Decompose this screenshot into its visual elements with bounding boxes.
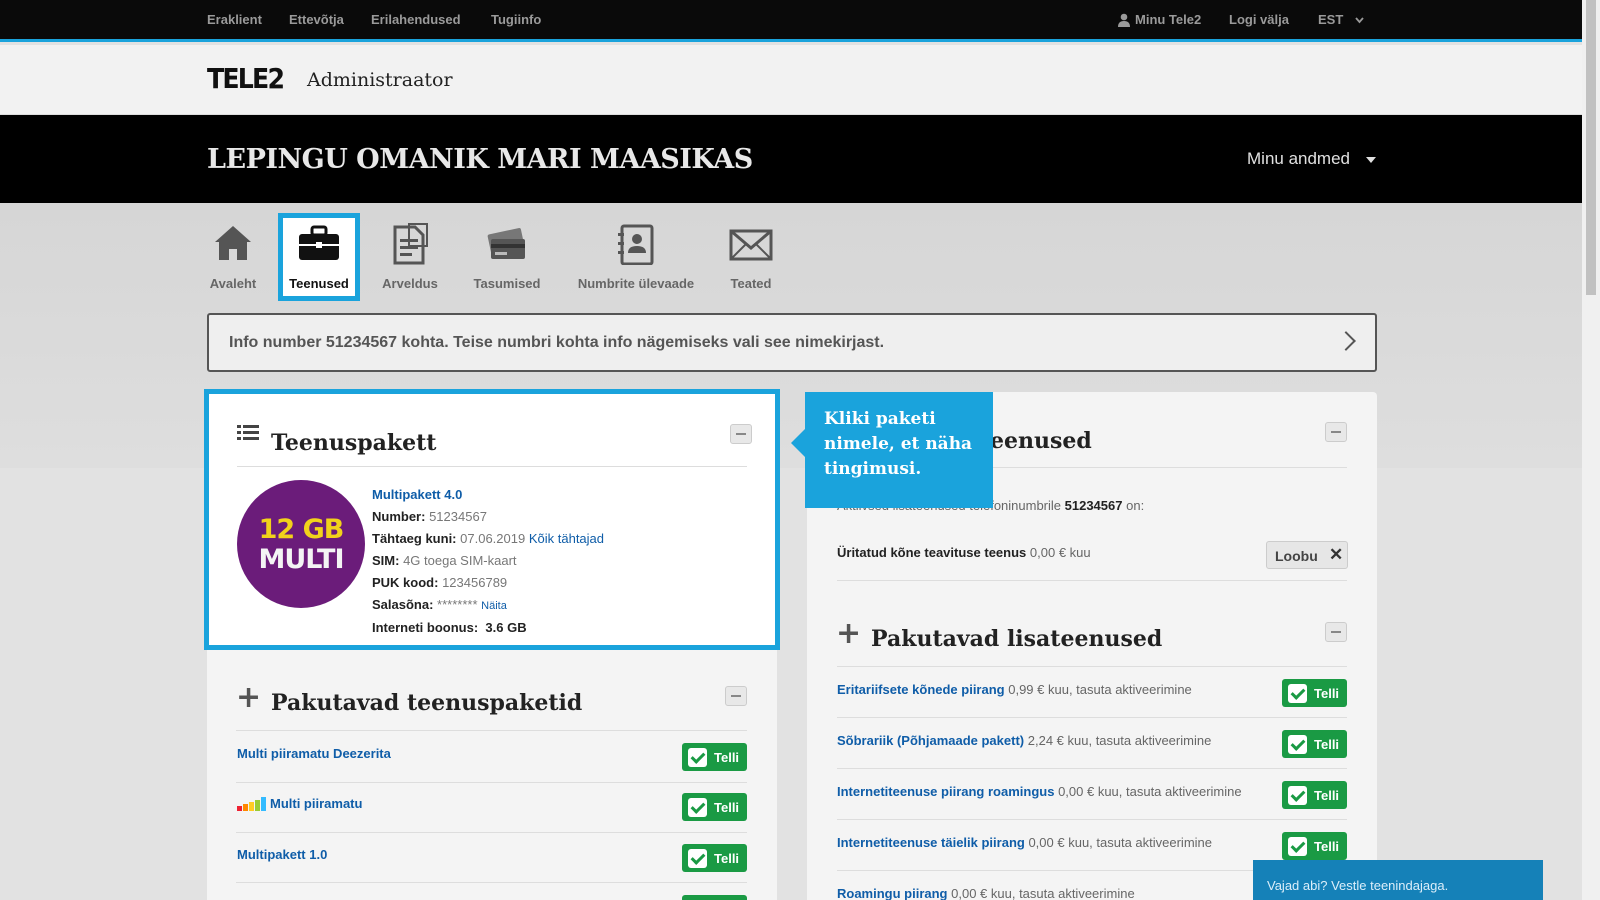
tab-label: Teenused (289, 276, 349, 291)
cancel-service-button[interactable]: Loobu ✕ (1266, 541, 1348, 569)
tab-avaleht[interactable]: Avaleht (205, 213, 261, 301)
package-link-multipakett-1[interactable]: Multipakett 1.0 (237, 847, 327, 862)
tab-numbrite-ulevaade[interactable]: Numbrite ülevaade (573, 213, 699, 301)
close-icon: ✕ (1329, 545, 1344, 564)
order-button[interactable]: Telli (1282, 679, 1347, 707)
addon-row[interactable]: Sõbrariik (Põhjamaade pakett) 2,24 € kuu… (837, 733, 1211, 748)
divider (837, 819, 1347, 820)
number-info-text: Info number 51234567 kohta. Teise numbri… (229, 334, 885, 351)
chat-widget[interactable]: Vajad abi? Vestle teenindajaga. (1253, 860, 1543, 900)
addon-row[interactable]: Roamingu piirang 0,00 € kuu, tasuta akti… (837, 886, 1135, 900)
page-title: LEPINGU OMANIK MARI MAASIKAS (207, 144, 753, 175)
order-button[interactable] (682, 895, 747, 900)
collapse-button[interactable] (725, 686, 747, 706)
chevron-down-icon (1355, 17, 1364, 24)
nav-link-eraklient[interactable]: Eraklient (207, 12, 262, 27)
plus-icon: + (836, 616, 862, 651)
offered-addons-title: Pakutavad lisateenused (871, 626, 1163, 652)
tab-label: Avaleht (209, 276, 257, 291)
scrollbar-thumb[interactable] (1586, 0, 1596, 295)
order-button[interactable]: Telli (1282, 781, 1347, 809)
logout-link[interactable]: Logi välja (1229, 12, 1289, 27)
order-button[interactable]: Telli (1282, 730, 1347, 758)
site-header: TELE2 Administraator (0, 45, 1600, 115)
owner-band: LEPINGU OMANIK MARI MAASIKAS Minu andmed (0, 115, 1600, 203)
package-details: Multipakett 4.0 Number: 51234567 Tähtaeg… (372, 487, 605, 635)
cards-icon (487, 228, 525, 259)
collapse-button[interactable] (1325, 622, 1347, 642)
language-select[interactable]: EST (1318, 12, 1343, 27)
check-icon (1288, 786, 1307, 805)
top-bar: Eraklient Ettevõtja Erilahendused Tugiin… (0, 0, 1600, 42)
caret-down-icon (1366, 157, 1376, 163)
number-select-bar[interactable]: Info number 51234567 kohta. Teise numbri… (207, 313, 1377, 372)
divider (236, 730, 747, 731)
nav-link-tugiinfo[interactable]: Tugiinfo (491, 12, 541, 27)
divider (837, 580, 1347, 581)
package-badge: 12 GB MULTI (237, 480, 365, 608)
card-title: Teenuspakett (271, 430, 437, 456)
divider (837, 666, 1347, 667)
check-icon (688, 748, 707, 767)
order-button[interactable]: Telli (1282, 832, 1347, 860)
my-tele2-link[interactable]: Minu Tele2 (1135, 12, 1201, 27)
divider (236, 882, 747, 883)
addon-row[interactable]: Eritariifsete kõnede piirang 0,99 € kuu,… (837, 682, 1192, 697)
order-button[interactable]: Telli (682, 743, 747, 771)
offered-packages-title: Pakutavad teenuspaketid (271, 690, 583, 716)
deezer-icon (237, 797, 266, 811)
package-link-deezerita[interactable]: Multi piiramatu Deezerita (237, 746, 391, 761)
active-services-title: eenused (990, 428, 1092, 454)
divider (837, 768, 1347, 769)
tab-tasumised[interactable]: Tasumised (469, 213, 545, 301)
tab-teenused[interactable]: Teenused (278, 213, 360, 301)
divider (236, 832, 747, 833)
nav-link-erilahendused[interactable]: Erilahendused (371, 12, 461, 27)
check-icon (1288, 684, 1307, 703)
service-package-card: Teenuspakett 12 GB MULTI Multipakett 4.0… (204, 389, 780, 650)
scrollbar[interactable] (1582, 0, 1600, 900)
contacts-icon (618, 224, 654, 265)
check-icon (688, 849, 707, 868)
active-service-row: Üritatud kõne teavituse teenus 0,00 € ku… (837, 545, 1091, 560)
all-deadlines-link[interactable]: Kõik tähtajad (529, 531, 604, 546)
order-button[interactable]: Telli (682, 844, 747, 872)
home-icon (215, 226, 251, 260)
nav-link-ettevotja[interactable]: Ettevõtja (289, 12, 344, 27)
order-button[interactable]: Telli (682, 793, 747, 821)
envelope-icon (729, 229, 773, 261)
briefcase-icon (299, 225, 339, 260)
list-icon (237, 425, 259, 440)
addon-row[interactable]: Internetiteenuse täielik piirang 0,00 € … (837, 835, 1212, 850)
plus-icon: + (236, 680, 262, 715)
user-icon (1118, 13, 1130, 27)
tab-label: Teated (730, 276, 772, 291)
package-link-piiramatu[interactable]: Multi piiramatu (270, 796, 362, 811)
tab-label: Numbrite ülevaade (577, 276, 695, 291)
divider (236, 782, 747, 783)
invoice-icon (393, 223, 428, 265)
tutorial-tooltip: Kliki paketi nimele, et näha tingimusi. (791, 392, 993, 508)
divider (237, 466, 747, 467)
tab-label: Tasumised (473, 276, 541, 291)
package-name-link[interactable]: Multipakett 4.0 (372, 487, 462, 502)
divider (837, 717, 1347, 718)
tab-teated[interactable]: Teated (727, 213, 775, 301)
collapse-button[interactable] (1325, 422, 1347, 442)
addon-row[interactable]: Internetiteenuse piirang roamingus 0,00 … (837, 784, 1242, 799)
check-icon (688, 798, 707, 817)
my-data-menu[interactable]: Minu andmed (1247, 149, 1350, 169)
tab-label: Arveldus (382, 276, 438, 291)
show-password-link[interactable]: Näita (481, 600, 507, 612)
header-title: Administraator (307, 69, 453, 91)
collapse-button[interactable] (730, 424, 752, 444)
tele2-logo[interactable]: TELE2 (207, 62, 285, 95)
check-icon (1288, 735, 1307, 754)
tab-arveldus[interactable]: Arveldus (377, 213, 443, 301)
check-icon (1288, 837, 1307, 856)
chevron-right-icon (1336, 331, 1356, 351)
